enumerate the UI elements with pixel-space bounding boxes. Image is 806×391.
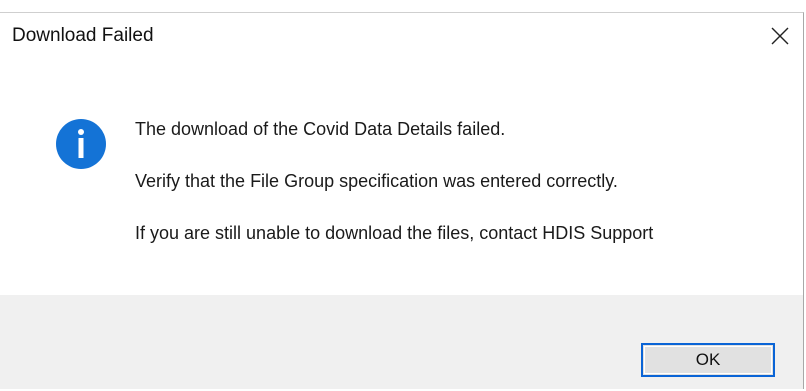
message-line-2: Verify that the File Group specification…	[135, 171, 618, 191]
title-bar: Download Failed	[0, 13, 803, 61]
message-line-1: The download of the Covid Data Details f…	[135, 119, 506, 139]
dialog-content: The download of the Covid Data Details f…	[0, 61, 803, 303]
info-icon	[56, 119, 106, 169]
close-icon	[771, 27, 789, 45]
ok-button[interactable]: OK	[641, 343, 775, 377]
dialog-footer: OK	[0, 295, 803, 389]
message-dialog: Download Failed The download of the Covi…	[0, 12, 804, 389]
dialog-title: Download Failed	[12, 25, 154, 46]
close-button[interactable]	[757, 13, 803, 59]
message-line-3: If you are still unable to download the …	[135, 223, 654, 243]
